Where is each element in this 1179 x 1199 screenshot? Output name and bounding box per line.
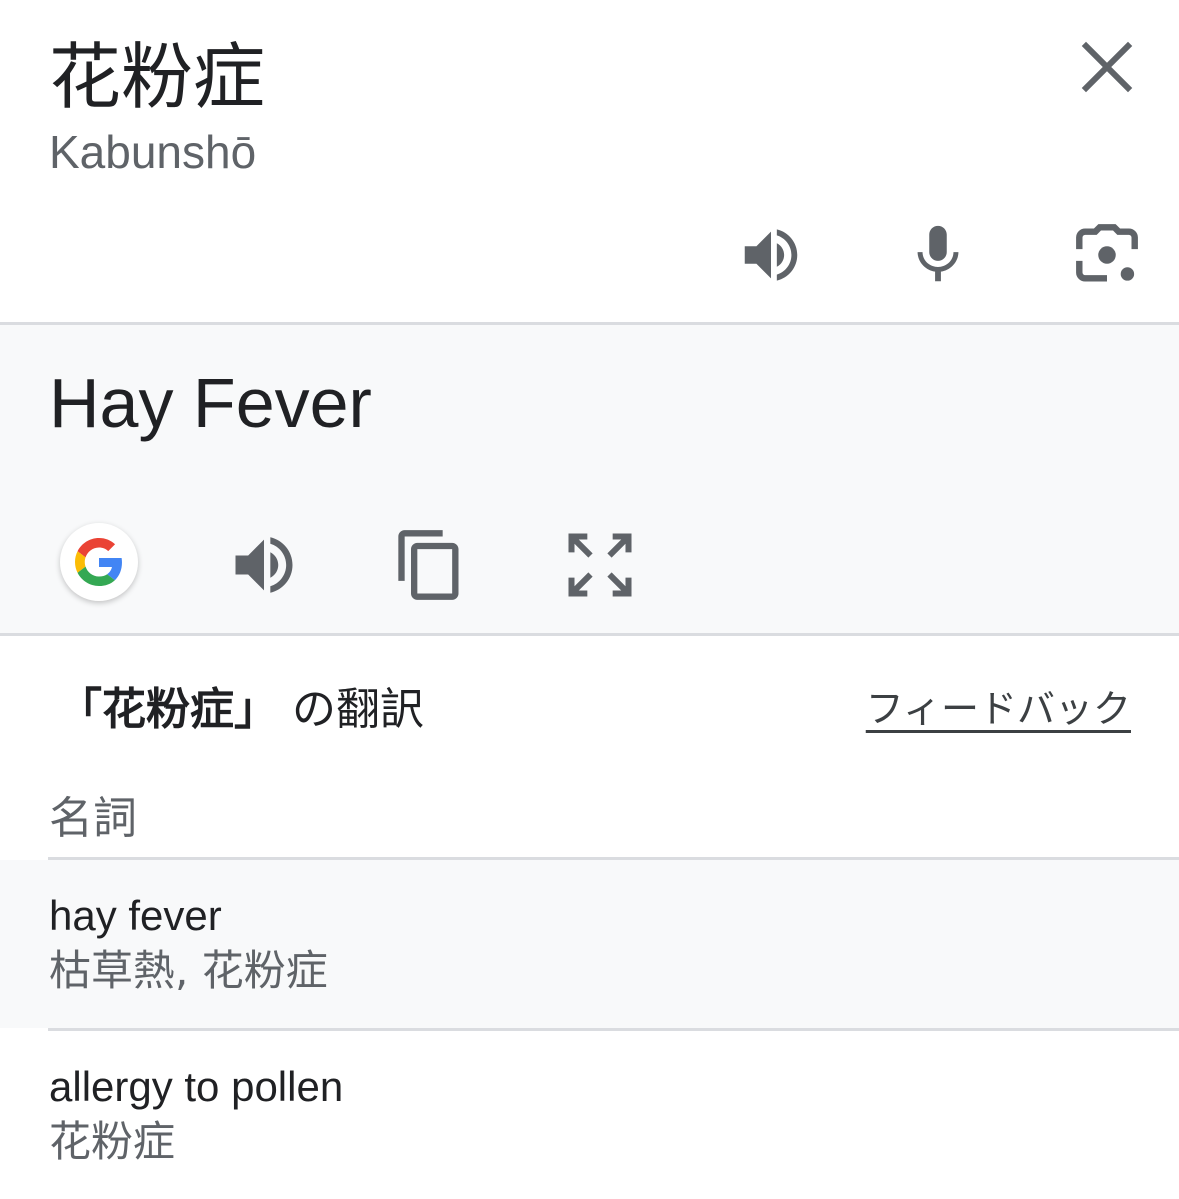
heading-suffix: の翻訳 [278, 684, 424, 735]
copy-icon [398, 530, 459, 600]
microphone-icon [917, 225, 959, 282]
divider [0, 633, 1179, 636]
translated-text: Hay Fever [49, 364, 372, 442]
heading-term: 「花粉症」 [58, 684, 278, 735]
close-button[interactable] [1078, 38, 1136, 96]
translation-word: hay fever [49, 892, 222, 939]
translations-heading: 「花粉症」 の翻訳 [58, 680, 424, 740]
reverse-translations: 花粉症 [49, 1117, 176, 1166]
target-panel: Hay Fever [0, 325, 1179, 633]
speaker-icon [744, 229, 798, 281]
camera-lens-icon [1076, 224, 1138, 282]
romanization: Kabunshō [49, 126, 257, 178]
fullscreen-button[interactable] [562, 527, 638, 603]
translation-word: allergy to pollen [49, 1063, 344, 1110]
camera-input-button[interactable] [1072, 220, 1142, 290]
part-of-speech-label: 名詞 [49, 793, 137, 844]
feedback-link[interactable]: フィードバック [866, 684, 1131, 734]
fullscreen-icon [568, 533, 632, 597]
google-search-button[interactable] [60, 523, 138, 601]
google-logo-icon [75, 538, 122, 586]
source-speaker-button[interactable] [736, 220, 806, 290]
target-speaker-button[interactable] [226, 527, 302, 603]
reverse-translations: 枯草熱, 花粉症 [49, 946, 328, 995]
copy-button[interactable] [392, 527, 468, 603]
source-text[interactable]: 花粉症 [49, 32, 265, 122]
speaker-icon [235, 537, 293, 593]
source-panel: 花粉症 Kabunshō [0, 0, 1179, 322]
voice-input-button[interactable] [903, 220, 973, 290]
translation-entry[interactable]: hay fever 枯草熱, 花粉症 [0, 860, 1179, 1028]
translation-entry[interactable]: allergy to pollen 花粉症 [0, 1031, 1179, 1199]
close-icon [1081, 41, 1133, 93]
